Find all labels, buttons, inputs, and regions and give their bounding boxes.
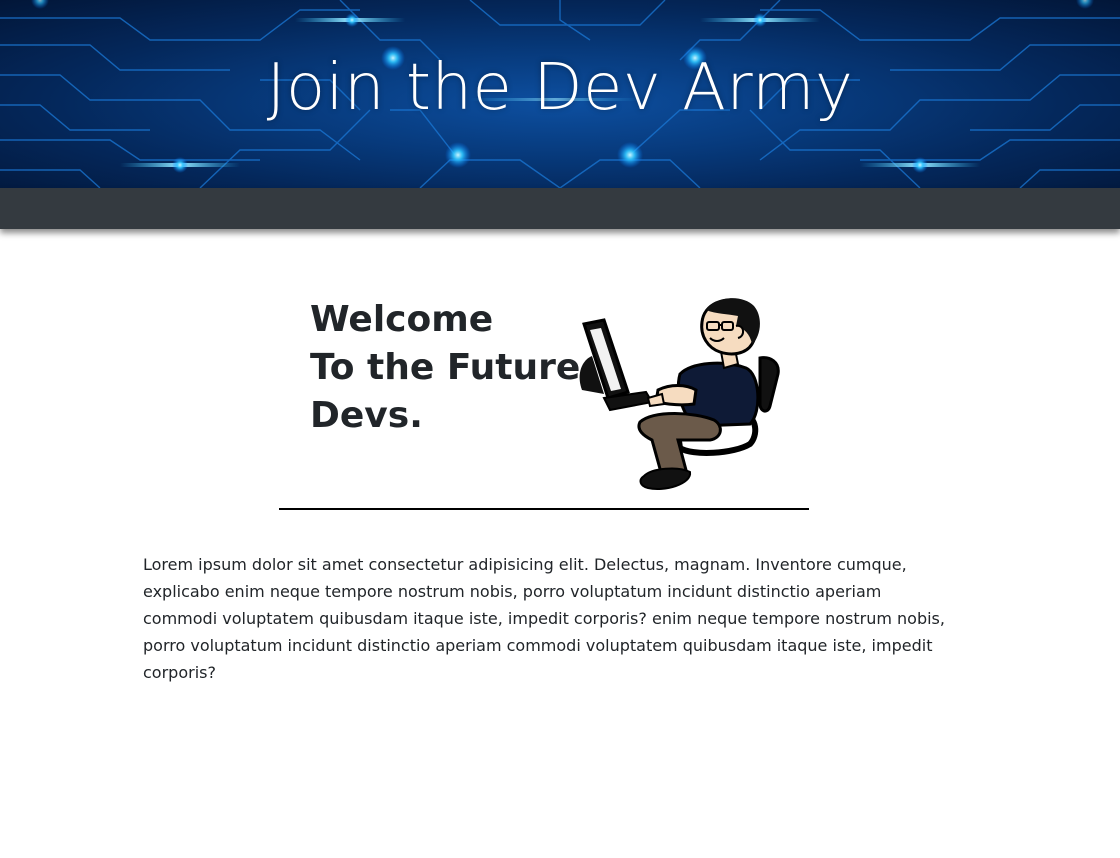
welcome-line: To the Future (310, 347, 581, 388)
intro-paragraph: Lorem ipsum dolor sit amet consectetur a… (143, 555, 945, 682)
welcome-line: Welcome (310, 299, 494, 340)
developer-at-computer-icon (579, 298, 780, 490)
hero-banner: Join the Dev Army (0, 0, 1120, 188)
page-title: Join the Dev Army (266, 51, 854, 125)
navbar (0, 188, 1120, 229)
section-divider (279, 508, 809, 510)
welcome-heading: Welcome To the Future Devs. (310, 296, 580, 440)
welcome-line: Devs. (310, 395, 423, 436)
page: Join the Dev Army Welcome To the Future … (0, 0, 1120, 858)
